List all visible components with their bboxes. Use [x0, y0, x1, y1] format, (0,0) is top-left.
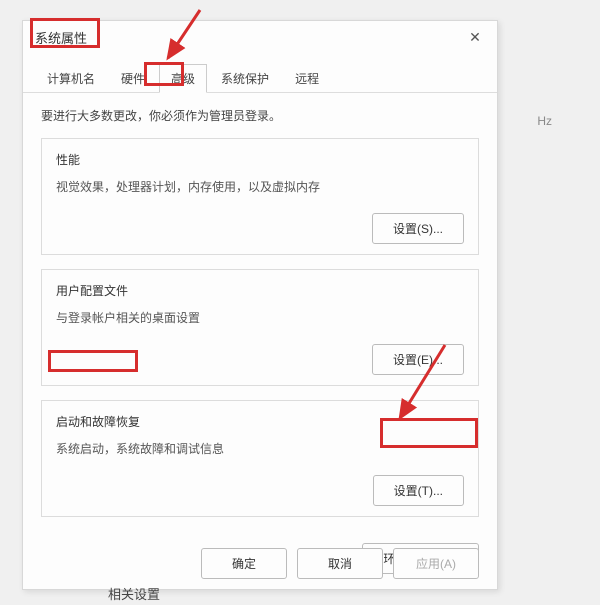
user-profile-section: 用户配置文件 与登录帐户相关的桌面设置 设置(E)... — [41, 269, 479, 386]
cancel-button[interactable]: 取消 — [297, 548, 383, 579]
user-profile-title: 用户配置文件 — [56, 282, 464, 299]
performance-settings-button[interactable]: 设置(S)... — [372, 213, 464, 244]
tab-system-protection[interactable]: 系统保护 — [209, 64, 281, 93]
close-icon: ✕ — [469, 29, 481, 46]
ok-button[interactable]: 确定 — [201, 548, 287, 579]
tab-advanced[interactable]: 高级 — [159, 64, 207, 93]
tab-computer-name[interactable]: 计算机名 — [35, 64, 107, 93]
tab-hardware[interactable]: 硬件 — [109, 64, 157, 93]
user-profile-settings-button[interactable]: 设置(E)... — [372, 344, 464, 375]
related-settings-label: 相关设置 — [108, 584, 160, 603]
apply-button[interactable]: 应用(A) — [393, 548, 479, 579]
close-button[interactable]: ✕ — [461, 23, 489, 51]
performance-title: 性能 — [56, 151, 464, 168]
tab-remote[interactable]: 远程 — [283, 64, 331, 93]
startup-recovery-settings-button[interactable]: 设置(T)... — [373, 475, 464, 506]
background-hz-text: Hz — [537, 114, 552, 128]
user-profile-desc: 与登录帐户相关的桌面设置 — [56, 309, 464, 326]
startup-recovery-section: 启动和故障恢复 系统启动，系统故障和调试信息 设置(T)... — [41, 400, 479, 517]
tab-content: 要进行大多数更改，你必须作为管理员登录。 性能 视觉效果，处理器计划，内存使用，… — [23, 93, 497, 539]
startup-recovery-title: 启动和故障恢复 — [56, 413, 464, 430]
admin-required-text: 要进行大多数更改，你必须作为管理员登录。 — [41, 107, 479, 124]
system-properties-dialog: 系统属性 ✕ 计算机名 硬件 高级 系统保护 远程 要进行大多数更改，你必须作为… — [22, 20, 498, 590]
performance-section: 性能 视觉效果，处理器计划，内存使用，以及虚拟内存 设置(S)... — [41, 138, 479, 255]
startup-recovery-desc: 系统启动，系统故障和调试信息 — [56, 440, 464, 457]
title-bar: 系统属性 ✕ — [23, 21, 497, 53]
performance-desc: 视觉效果，处理器计划，内存使用，以及虚拟内存 — [56, 178, 464, 195]
tab-strip: 计算机名 硬件 高级 系统保护 远程 — [23, 63, 497, 93]
dialog-footer: 确定 取消 应用(A) — [23, 548, 497, 579]
dialog-title: 系统属性 — [35, 28, 87, 47]
